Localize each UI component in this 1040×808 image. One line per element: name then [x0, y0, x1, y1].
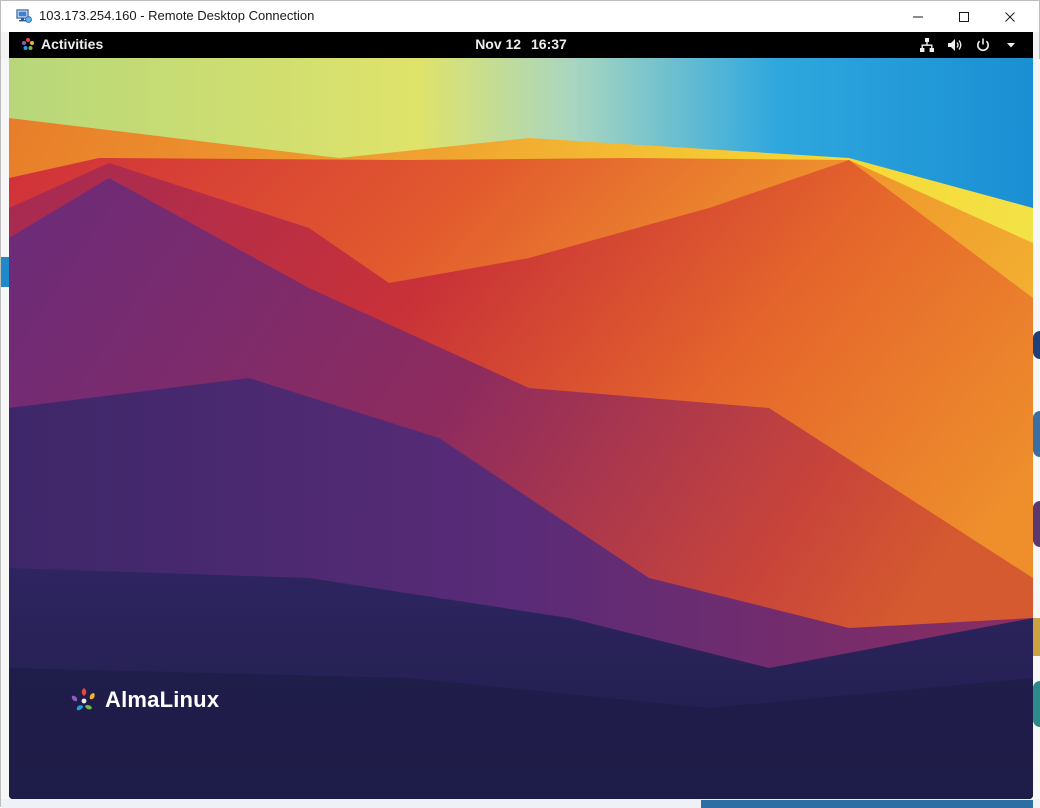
remote-desktop-app-icon	[16, 8, 32, 24]
host-app-thumbnail	[1033, 411, 1040, 457]
host-app-right-accent	[1033, 618, 1040, 656]
desktop-background[interactable]: AlmaLinux	[9, 58, 1033, 799]
chevron-down-icon	[1003, 36, 1019, 54]
host-app-left-edge	[1, 59, 9, 808]
almalinux-logo-icon	[71, 688, 95, 711]
date-label: Nov 12	[475, 36, 522, 52]
remote-desktop-window: 103.173.254.160 - Remote Desktop Connect…	[0, 0, 1040, 808]
host-app-left-accent	[1, 257, 9, 287]
power-icon	[975, 36, 991, 54]
minimize-button[interactable]	[895, 1, 941, 32]
host-app-thumbnail	[1033, 501, 1040, 547]
window-title: 103.173.254.160 - Remote Desktop Connect…	[39, 8, 315, 23]
volume-icon	[947, 36, 963, 54]
window-titlebar[interactable]: 103.173.254.160 - Remote Desktop Connect…	[1, 1, 1039, 32]
time-label: 16:37	[531, 36, 567, 52]
maximize-icon	[959, 11, 969, 22]
close-icon	[1005, 11, 1015, 22]
date-time-menu[interactable]: Nov 12 16:37	[9, 36, 1033, 52]
almalinux-branding: AlmaLinux	[67, 684, 219, 716]
minimize-icon	[913, 16, 923, 17]
close-button[interactable]	[987, 1, 1033, 32]
brand-name: AlmaLinux	[105, 687, 220, 712]
network-wired-icon	[919, 36, 935, 54]
system-menu[interactable]	[919, 36, 1019, 54]
host-app-thumbnail	[1033, 681, 1040, 727]
gnome-top-bar: Activities Nov 12 16:37	[9, 32, 1033, 58]
host-app-thumbnail	[1033, 331, 1040, 359]
maximize-button[interactable]	[941, 1, 987, 32]
